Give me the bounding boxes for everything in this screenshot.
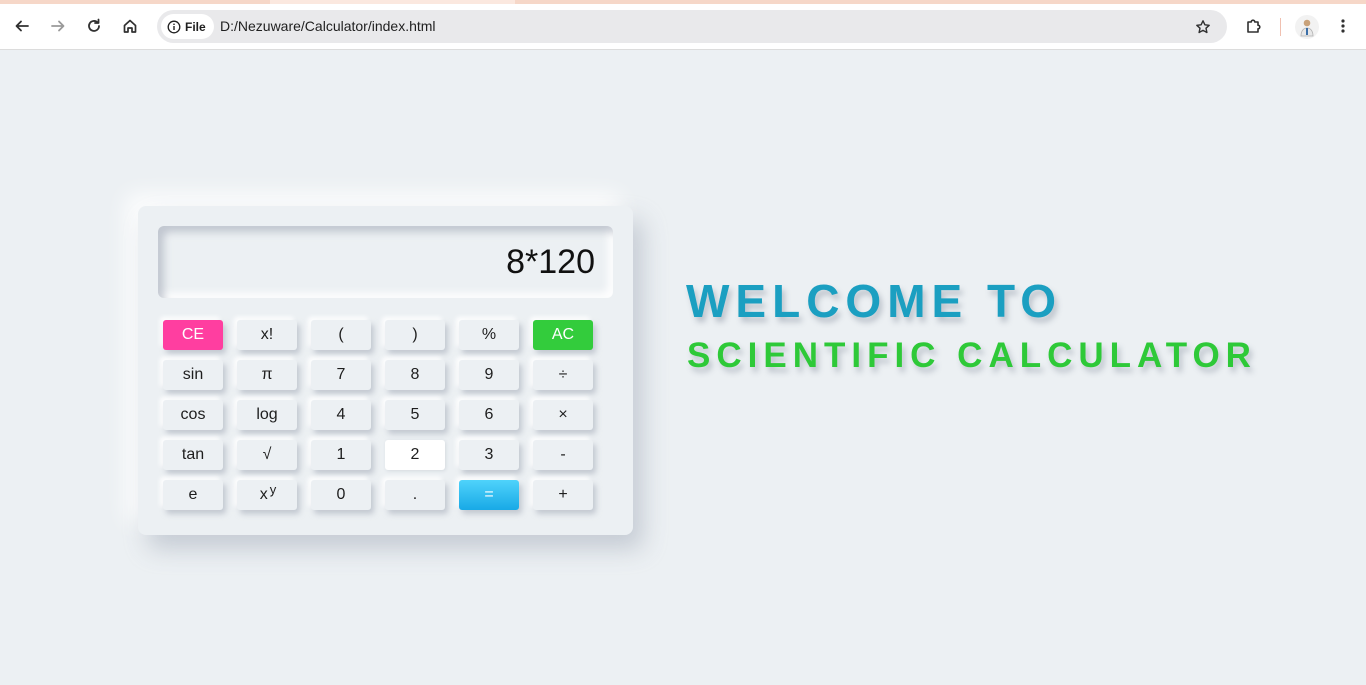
eight-button[interactable]: 8 xyxy=(385,360,445,390)
ac-button[interactable]: AC xyxy=(533,320,593,350)
multiply-button[interactable]: × xyxy=(533,400,593,430)
address-bar[interactable]: File D:/Nezuware/Calculator/index.html xyxy=(157,10,1227,43)
right-paren-button[interactable]: ) xyxy=(385,320,445,350)
site-info-chip[interactable]: File xyxy=(161,14,214,39)
power-button[interactable]: xy xyxy=(237,480,297,510)
left-paren-button[interactable]: ( xyxy=(311,320,371,350)
nine-button[interactable]: 9 xyxy=(459,360,519,390)
bookmark-button[interactable] xyxy=(1191,15,1215,39)
seven-button[interactable]: 7 xyxy=(311,360,371,390)
display-value: 8*120 xyxy=(506,243,595,281)
three-button[interactable]: 3 xyxy=(459,440,519,470)
reload-icon xyxy=(88,18,100,32)
plus-button[interactable]: + xyxy=(533,480,593,510)
sin-button[interactable]: sin xyxy=(163,360,223,390)
power-exponent: y xyxy=(269,481,277,497)
e-button[interactable]: e xyxy=(163,480,223,510)
percent-button[interactable]: % xyxy=(459,320,519,350)
zero-button[interactable]: 0 xyxy=(311,480,371,510)
sqrt-button[interactable]: √ xyxy=(237,440,297,470)
toolbar-separator xyxy=(1280,18,1281,36)
extensions-button[interactable] xyxy=(1239,11,1269,41)
power-base: x xyxy=(259,486,268,503)
puzzle-icon xyxy=(1247,19,1261,33)
star-icon xyxy=(1196,20,1210,34)
factorial-button[interactable]: x! xyxy=(237,320,297,350)
avatar[interactable] xyxy=(1295,15,1319,39)
welcome-heading: WELCOME TO xyxy=(686,275,1063,327)
arrow-right-icon xyxy=(51,20,65,32)
reload-button[interactable] xyxy=(79,11,109,41)
arrow-left-icon xyxy=(15,20,29,32)
url-text[interactable]: D:/Nezuware/Calculator/index.html xyxy=(220,10,436,43)
minus-button[interactable]: - xyxy=(533,440,593,470)
tan-button[interactable]: tan xyxy=(163,440,223,470)
log-button[interactable]: log xyxy=(237,400,297,430)
ce-button[interactable]: CE xyxy=(163,320,223,350)
forward-button[interactable] xyxy=(43,11,73,41)
menu-button[interactable] xyxy=(1328,11,1358,41)
four-button[interactable]: 4 xyxy=(311,400,371,430)
home-icon xyxy=(123,19,137,33)
back-button[interactable] xyxy=(7,11,37,41)
equals-button[interactable]: = xyxy=(459,480,519,510)
one-button[interactable]: 1 xyxy=(311,440,371,470)
welcome-subheading: SCIENTIFIC CALCULATOR xyxy=(687,336,1257,375)
two-button[interactable]: 2 xyxy=(385,440,445,470)
divide-button[interactable]: ÷ xyxy=(533,360,593,390)
profile-icon xyxy=(1300,19,1314,37)
calculator-display: 8*120 xyxy=(158,226,613,298)
home-button[interactable] xyxy=(115,11,145,41)
site-chip-label: File xyxy=(185,19,206,34)
browser-toolbar: File D:/Nezuware/Calculator/index.html xyxy=(0,4,1366,50)
six-button[interactable]: 6 xyxy=(459,400,519,430)
cos-button[interactable]: cos xyxy=(163,400,223,430)
kebab-menu-icon xyxy=(1341,19,1345,33)
pi-button[interactable]: π xyxy=(237,360,297,390)
five-button[interactable]: 5 xyxy=(385,400,445,430)
info-icon xyxy=(167,20,181,33)
calculator: 8*120 CE x! ( ) % AC sin π 7 8 9 ÷ cos l… xyxy=(138,206,633,535)
decimal-button[interactable]: . xyxy=(385,480,445,510)
